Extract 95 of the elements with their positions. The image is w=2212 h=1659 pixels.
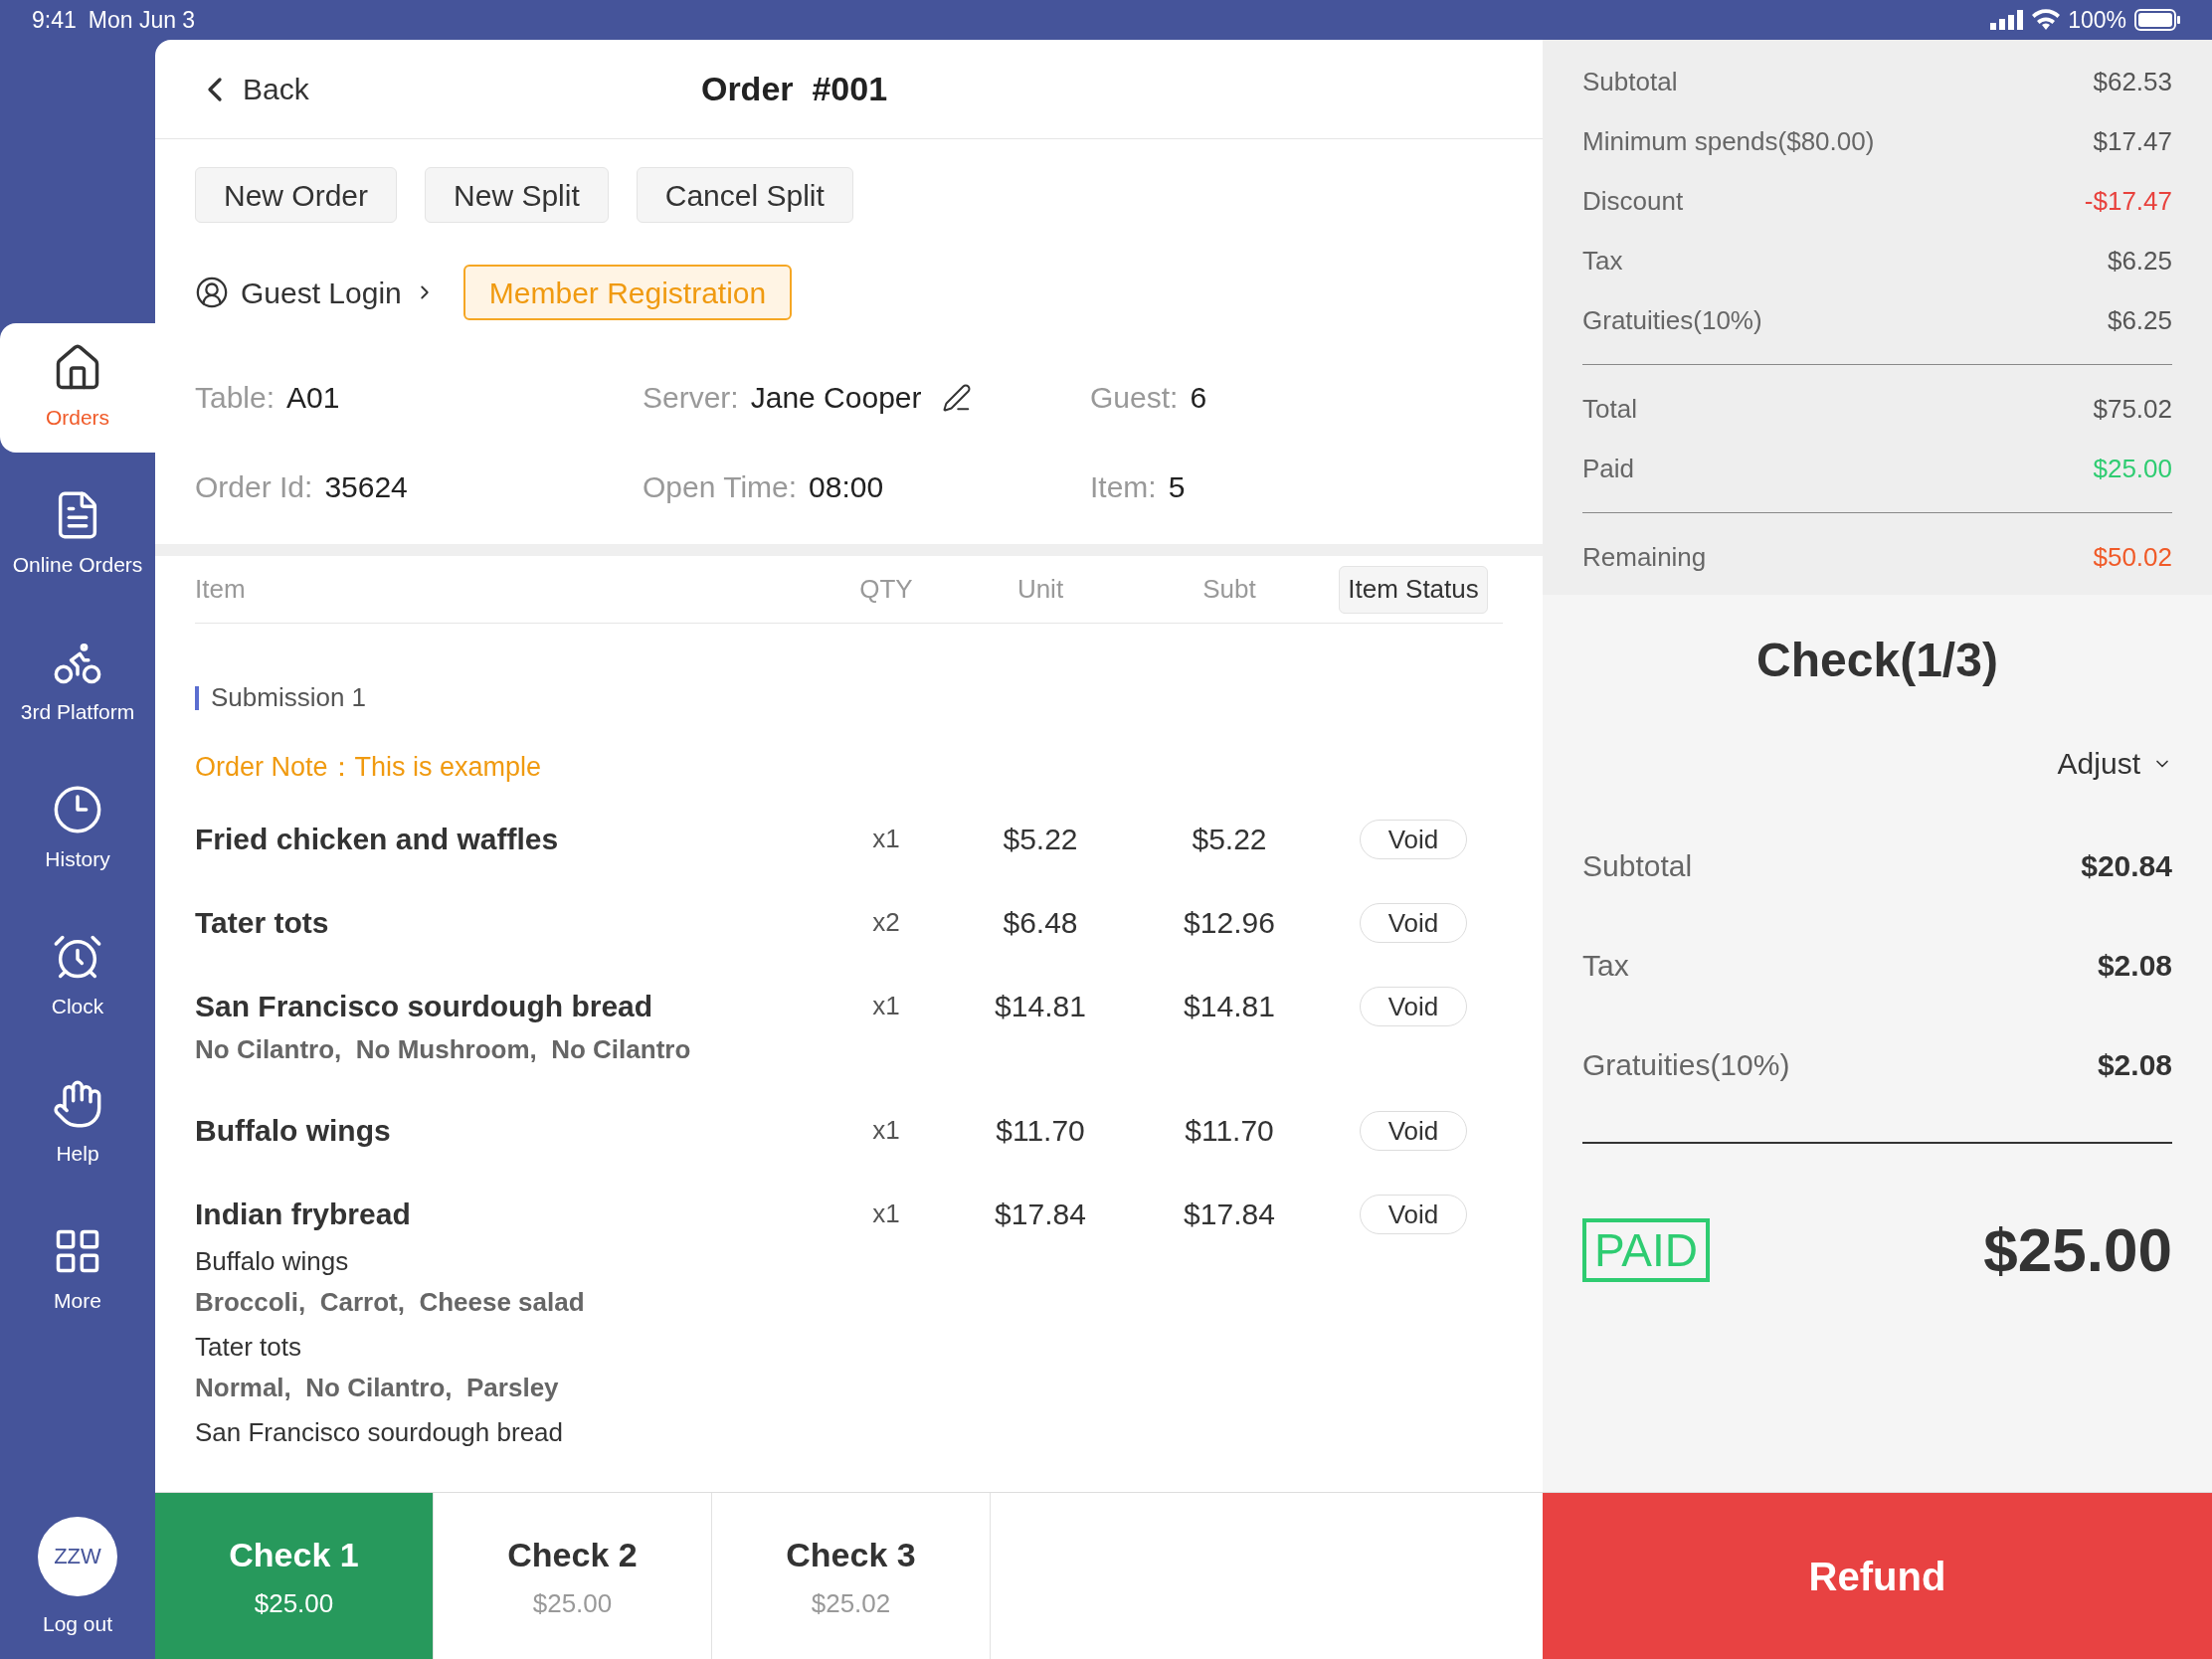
user-icon: [195, 276, 229, 309]
item-subtotal: $14.81: [1184, 990, 1275, 1022]
action-button[interactable]: Cancel Split: [636, 167, 853, 223]
sub-item-name: Tater tots: [195, 1330, 302, 1364]
user-avatar: ZZW: [38, 1516, 117, 1596]
check-value: $2.08: [2097, 1046, 2172, 1083]
summary-label: Subtotal: [1582, 65, 1678, 98]
sub-item-name: Buffalo wings: [195, 1244, 350, 1278]
item-unit-price: $17.84: [995, 1198, 1086, 1230]
summary-label: Gratuities(10%): [1582, 303, 1762, 337]
item-qty: x2: [872, 907, 900, 937]
sidebar-item[interactable]: More: [0, 1206, 155, 1336]
item-name: San Francisco sourdough bread: [195, 990, 653, 1022]
paid-stamp: PAID: [1582, 1217, 1710, 1282]
item-modifiers: Normal, No Cilantro, Parsley: [195, 1371, 560, 1404]
info-label: Guest:: [1090, 380, 1179, 416]
check-value: $2.08: [2097, 947, 2172, 984]
submission-label: Submission 1: [211, 681, 367, 714]
item-qty: x1: [872, 991, 900, 1020]
summary-value: $6.25: [2107, 303, 2172, 337]
battery-percent: 100%: [2068, 5, 2126, 35]
item-name: Indian frybread: [195, 1198, 411, 1230]
sidebar-item[interactable]: Online Orders: [0, 470, 155, 600]
battery-icon: [2134, 9, 2180, 31]
action-button[interactable]: New Order: [195, 167, 398, 223]
column-header: QTY: [859, 574, 913, 604]
info-value: 08:00: [809, 469, 884, 505]
item-name: Tater tots: [195, 906, 329, 939]
summary-value: $17.47: [2093, 124, 2172, 158]
check-label: Subtotal: [1582, 847, 1693, 884]
summary-label: Tax: [1582, 244, 1623, 277]
sidebar-item[interactable]: Help: [0, 1059, 155, 1189]
column-header: Unit: [1016, 574, 1064, 604]
sub-item-name: San Francisco sourdough bread: [195, 1415, 564, 1449]
info-label: Open Time:: [643, 469, 798, 505]
summary-value: $6.25: [2107, 244, 2172, 277]
item-unit-price: $14.81: [995, 990, 1086, 1022]
status-date: Mon Jun 3: [88, 5, 196, 35]
column-header: Subt: [1202, 574, 1256, 604]
paid-amount: $25.00: [1983, 1214, 2172, 1286]
item-subtotal: $17.84: [1184, 1198, 1275, 1230]
sidebar-item[interactable]: Clock: [0, 912, 155, 1041]
info-label: Table:: [195, 380, 276, 416]
status-time: 9:41: [32, 5, 77, 35]
summary-label: Discount: [1582, 184, 1684, 218]
order-title: Order #001: [700, 69, 888, 109]
summary-label: Total: [1582, 392, 1637, 426]
item-name: Fried chicken and waffles: [195, 823, 559, 855]
item-subtotal: $5.22: [1192, 823, 1267, 855]
check-label: Tax: [1582, 947, 1629, 984]
summary-value: $75.02: [2093, 392, 2172, 426]
item-status-button[interactable]: Item Status: [1339, 565, 1488, 614]
action-button[interactable]: New Split: [425, 167, 609, 223]
info-value: 6: [1190, 380, 1207, 416]
adjust-dropdown[interactable]: Adjust: [2057, 741, 2172, 786]
summary-label: Paid: [1582, 452, 1635, 485]
sidebar-item[interactable]: History: [0, 765, 155, 894]
item-unit-price: $6.48: [1003, 906, 1078, 939]
summary-value: $62.53: [2093, 65, 2172, 98]
summary-value: $50.02: [2093, 540, 2172, 574]
check-label: Gratuities(10%): [1582, 1046, 1790, 1083]
item-subtotal: $12.96: [1184, 906, 1275, 939]
info-value: 5: [1168, 469, 1186, 505]
summary-value: $25.00: [2093, 452, 2172, 485]
item-unit-price: $5.22: [1003, 823, 1078, 855]
info-value: Jane Cooper: [750, 380, 922, 416]
column-header: Item: [195, 574, 246, 604]
item-subtotal: $11.70: [1185, 1114, 1274, 1147]
wifi-icon: [2032, 9, 2061, 31]
sidebar-item[interactable]: 3rd Platform: [0, 618, 155, 747]
pencil-icon[interactable]: [941, 382, 972, 413]
order-note: Order Note：This is example: [195, 751, 543, 784]
item-modifiers: Broccoli, Carrot, Cheese salad: [195, 1285, 586, 1319]
info-label: Server:: [643, 380, 739, 416]
check-title: Check(1/3): [1756, 633, 1998, 688]
guest-login-button[interactable]: Guest Login: [195, 270, 436, 315]
logout-link[interactable]: Log out: [42, 1607, 113, 1639]
summary-value: -$17.47: [2084, 184, 2172, 218]
check-tab[interactable]: Check 1 $25.00: [155, 1493, 434, 1659]
check-value: $20.84: [2081, 847, 2172, 884]
info-label: Order Id:: [195, 469, 313, 505]
refund-button[interactable]: Refund: [1543, 1493, 2212, 1659]
item-modifiers: No Cilantro, No Mushroom, No Cilantro: [195, 1032, 692, 1066]
item-qty: x1: [872, 1198, 900, 1228]
summary-label: Remaining: [1582, 540, 1707, 574]
signal-icon: [1990, 10, 2025, 30]
info-label: Item:: [1090, 469, 1157, 505]
info-value: A01: [286, 380, 340, 416]
info-value: 35624: [324, 469, 408, 505]
item-name: Buffalo wings: [195, 1114, 391, 1147]
item-qty: x1: [872, 824, 900, 853]
item-qty: x1: [872, 1115, 900, 1145]
back-button[interactable]: Back: [195, 67, 309, 111]
item-unit-price: $11.70: [996, 1114, 1085, 1147]
summary-label: Minimum spends($80.00): [1582, 124, 1875, 158]
